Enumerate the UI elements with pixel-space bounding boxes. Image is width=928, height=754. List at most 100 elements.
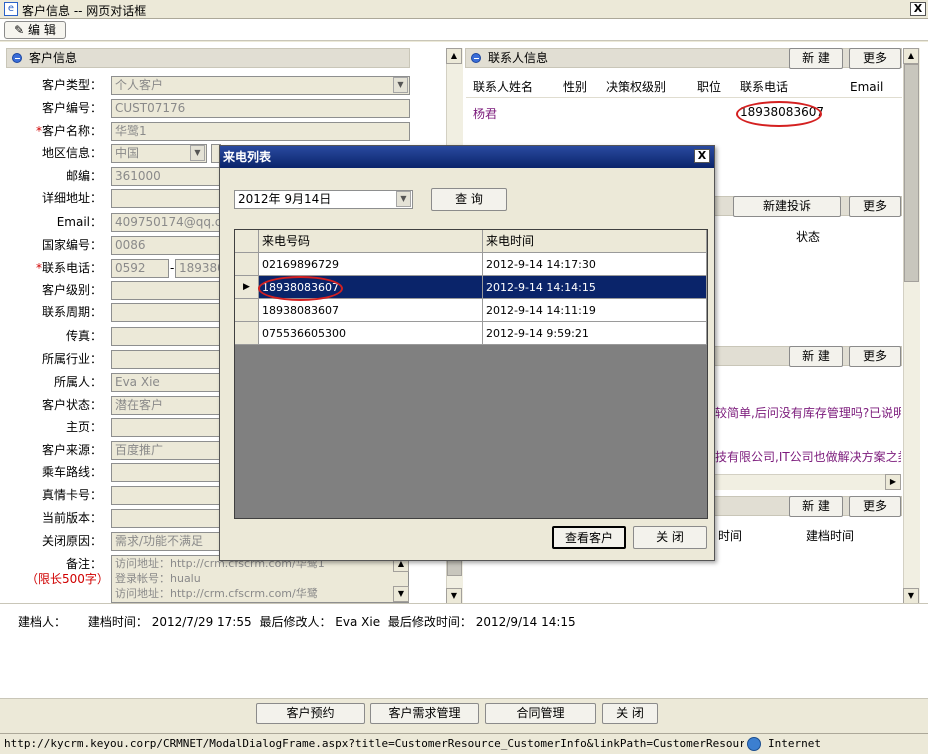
scroll-down-icon[interactable]: ▼	[446, 588, 462, 604]
list-item[interactable]: 技有限公司,IT公司也做解决方案之类	[715, 448, 901, 465]
remark-limit-note: （限长500字）	[26, 572, 109, 586]
country-code-field[interactable]: 0086	[111, 236, 221, 255]
col-decision-level: 决策权级别	[606, 80, 667, 94]
col-call-time: 来电时间	[483, 230, 707, 253]
contract-button[interactable]: 合同管理	[485, 703, 596, 724]
email-field[interactable]: 409750174@qq.co	[111, 213, 221, 232]
window-title: 客户信息 -- 网页对话框	[22, 4, 147, 18]
query-button[interactable]: 查 询	[431, 188, 507, 211]
scroll-thumb[interactable]	[447, 560, 462, 576]
highlight-circle-annotation	[258, 276, 343, 301]
contact-name[interactable]: 杨君	[473, 105, 497, 122]
scroll-right-icon[interactable]: ▶	[885, 474, 901, 490]
bottom-close-button[interactable]: 关 闭	[602, 703, 658, 724]
call-list-grid: 来电号码 来电时间 02169896729 2012-9-14 14:17:30…	[234, 229, 708, 519]
scroll-thumb[interactable]	[904, 64, 919, 282]
date-picker[interactable]: 2012年 9月14日	[234, 190, 413, 209]
contacts-more-button[interactable]: 更多	[849, 48, 901, 69]
cycle-field[interactable]	[111, 303, 221, 322]
row-header-cell[interactable]	[235, 299, 259, 322]
card-field[interactable]	[111, 486, 221, 505]
customer-no-field[interactable]: CUST07176	[111, 99, 410, 118]
row-header-cell[interactable]	[235, 253, 259, 276]
fax-field[interactable]	[111, 327, 221, 346]
customer-name-label: *客户名称：	[35, 124, 102, 138]
industry-field[interactable]	[111, 350, 221, 369]
customer-name-field[interactable]: 华鹭1	[111, 122, 410, 141]
contacts-new-button[interactable]: 新 建	[789, 48, 843, 69]
table-row[interactable]: 18938083607 2012-9-14 14:11:19	[235, 299, 707, 322]
route-label: 乘车路线：	[41, 465, 102, 479]
phone-area-field[interactable]: 0592	[111, 259, 169, 278]
industry-label: 所属行业：	[41, 352, 102, 366]
modified-value: 2012/9/14 14:15	[475, 615, 576, 629]
remark-textarea[interactable]: 访问地址：http://crm.cfscrm.com/华鹭1 登录帐号：hual…	[111, 555, 409, 603]
address-field[interactable]	[111, 189, 221, 208]
new-complaint-button[interactable]: 新建投诉	[733, 196, 841, 217]
col-call-number: 来电号码	[259, 230, 483, 253]
section3-new-button[interactable]: 新 建	[789, 346, 843, 367]
chevron-down-icon[interactable]: ▼	[393, 77, 408, 93]
route-field[interactable]	[111, 463, 221, 482]
status-bar: http://kycrm.keyou.corp/CRMNET/ModalDial…	[0, 733, 928, 754]
call-time: 2012-9-14 14:11:19	[483, 299, 707, 322]
horizontal-scrollbar[interactable]	[715, 474, 901, 490]
customer-type-select[interactable]: 个人客户	[111, 76, 410, 95]
complaints-more-button[interactable]: 更多	[849, 196, 901, 217]
homepage-label: 主页：	[65, 420, 102, 434]
window-close-button[interactable]: X	[910, 2, 926, 16]
customer-no-label: 客户编号：	[41, 101, 102, 115]
col-status: 状态	[796, 230, 821, 244]
card-label: 真情卡号：	[41, 488, 102, 502]
table-row[interactable]: 02169896729 2012-9-14 14:17:30	[235, 253, 707, 276]
grid-header: 来电号码 来电时间	[235, 230, 707, 253]
table-row[interactable]: 075536605300 2012-9-14 9:59:21	[235, 322, 707, 345]
table-row[interactable]: 杨君 18938083607	[466, 102, 902, 126]
list-item[interactable]: 较简单,后问没有库存管理吗?已说明	[715, 404, 901, 421]
level-field[interactable]	[111, 281, 221, 300]
scroll-up-icon[interactable]: ▲	[903, 48, 919, 64]
call-list-dialog: 来电列表 X 2012年 9月14日 ▼ 查 询 来电号码 来电时间 02169…	[219, 145, 715, 561]
status-field[interactable]: 潜在客户	[111, 396, 221, 415]
phone-separator: -	[170, 261, 175, 275]
dialog-close-button[interactable]: 关 闭	[633, 526, 707, 549]
row-pointer-icon[interactable]: ▶	[235, 276, 259, 299]
requirements-button[interactable]: 客户需求管理	[370, 703, 479, 724]
appointment-button[interactable]: 客户预约	[256, 703, 365, 724]
scroll-down-icon[interactable]: ▼	[903, 588, 919, 604]
ie-page-icon: e	[4, 2, 18, 16]
dialog-title-bar: 来电列表	[220, 146, 714, 168]
collapse-icon[interactable]	[12, 53, 22, 63]
dialog-close-icon[interactable]: X	[694, 149, 710, 163]
call-time: 2012-9-14 14:14:15	[483, 276, 707, 299]
chevron-down-icon[interactable]: ▼	[190, 145, 205, 161]
row-header-cell[interactable]	[235, 322, 259, 345]
homepage-field[interactable]	[111, 418, 221, 437]
section4-more-button[interactable]: 更多	[849, 496, 901, 517]
collapse-icon[interactable]	[471, 53, 481, 63]
row-header-cell	[235, 230, 259, 253]
scroll-up-icon[interactable]: ▲	[446, 48, 462, 64]
section4-new-button[interactable]: 新 建	[789, 496, 843, 517]
col-gender: 性别	[563, 80, 588, 94]
chevron-down-icon[interactable]: ▼	[396, 191, 411, 207]
owner-field[interactable]: Eva Xie	[111, 373, 221, 392]
customer-section-header: 客户信息	[6, 48, 410, 68]
edit-button[interactable]: ✎ 编 辑	[4, 21, 66, 39]
phone-number-field[interactable]: 189380	[175, 259, 221, 278]
region-label: 地区信息：	[41, 146, 102, 160]
view-customer-button[interactable]: 查看客户	[552, 526, 626, 549]
scroll-down-icon[interactable]: ▼	[393, 586, 409, 602]
fax-label: 传真：	[65, 329, 102, 343]
col-email: Email	[850, 80, 884, 94]
source-field[interactable]: 百度推广	[111, 441, 221, 460]
modifier-value: Eva Xie	[335, 615, 381, 629]
window-title-bar: e 客户信息 -- 网页对话框 X	[0, 0, 928, 19]
version-field[interactable]	[111, 509, 221, 528]
customer-section-title: 客户信息	[29, 51, 78, 65]
status-label: 客户状态：	[41, 398, 102, 412]
zip-field[interactable]: 361000	[111, 167, 221, 186]
customer-type-label: 客户类型：	[41, 78, 102, 92]
close-reason-field[interactable]: 需求/功能不满足	[111, 532, 221, 551]
section3-more-button[interactable]: 更多	[849, 346, 901, 367]
